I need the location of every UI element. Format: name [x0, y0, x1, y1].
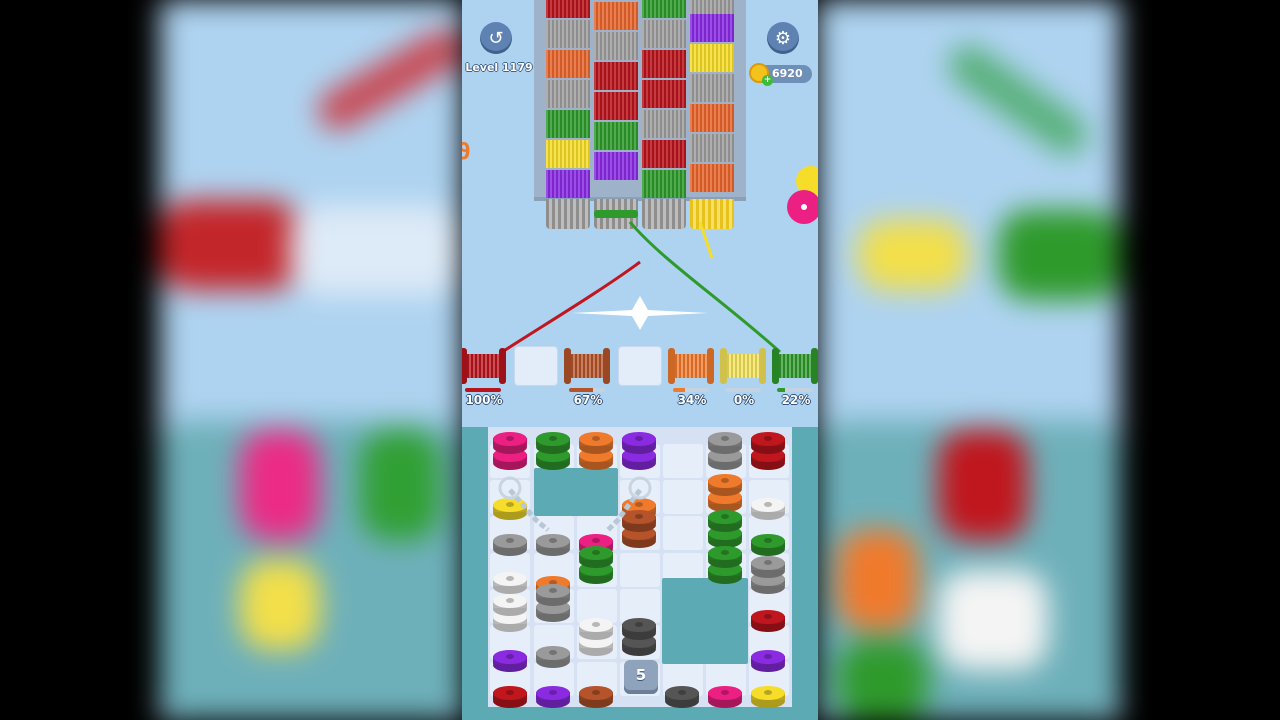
letterbox-right: [1120, 0, 1280, 720]
blurred-background-right: [818, 0, 1120, 720]
letterbox-left: [0, 0, 160, 720]
game-viewport: ↺ Level 1179 ⚙ 6920 + ϑ 100% 67% 34% 0% 22% …: [462, 0, 818, 720]
blurred-background-left: [160, 0, 462, 720]
chain-links: [498, 476, 652, 532]
locked-count: 5: [635, 666, 647, 684]
locked-tile[interactable]: 5: [624, 660, 658, 694]
